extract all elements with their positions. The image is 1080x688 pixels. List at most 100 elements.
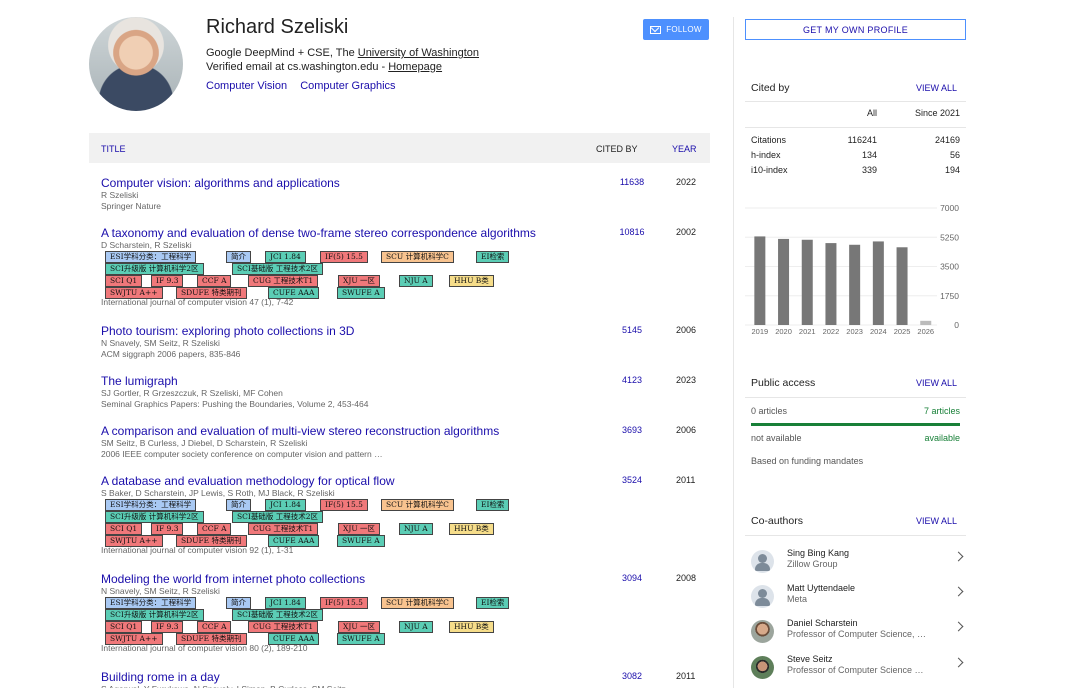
stat-label[interactable]: Citations <box>751 135 786 145</box>
cited-by-count[interactable]: 5145 <box>612 325 652 335</box>
badge-cug[interactable]: CUG 工程技术T1 <box>248 275 319 287</box>
badge-cug[interactable]: CUG 工程技术T1 <box>248 621 319 633</box>
sort-year[interactable]: YEAR <box>672 144 697 154</box>
badge-cufe[interactable]: CUFE AAA <box>268 633 320 645</box>
badge-nju[interactable]: NJU A <box>399 621 433 633</box>
badge-ccf[interactable]: CCF A <box>197 621 232 633</box>
badge-sdufe[interactable]: SDUFE 特类期刊 <box>176 535 247 547</box>
coauthor-name[interactable]: Sing Bing Kang <box>787 548 849 558</box>
public-access-view-all[interactable]: VIEW ALL <box>916 378 957 388</box>
badge-if[interactable]: IF(5) 15.5 <box>320 251 368 263</box>
badge-swufe[interactable]: SWUFE A <box>337 287 385 299</box>
badge-esi[interactable]: ESI学科分类：工程科学 <box>105 499 197 511</box>
badge-swufe[interactable]: SWUFE A <box>337 633 385 645</box>
chart-bar-2021[interactable] <box>801 239 813 325</box>
coauthor-name[interactable]: Matt Uyttendaele <box>787 583 855 593</box>
badge-ei[interactable]: EI检索 <box>476 499 510 511</box>
chevron-right-icon[interactable] <box>953 586 964 597</box>
coauthor-name[interactable]: Steve Seitz <box>787 654 833 664</box>
badge-hhu[interactable]: HHU B类 <box>449 523 494 535</box>
badge-xju[interactable]: XJU 一区 <box>338 621 381 633</box>
badge-sci-base[interactable]: SCI基础版 工程技术2区 <box>232 609 323 621</box>
badge-intro[interactable]: 简介 <box>226 597 251 609</box>
badge-sdufe[interactable]: SDUFE 特类期刊 <box>176 287 247 299</box>
coauthors-view-all[interactable]: VIEW ALL <box>916 516 957 526</box>
badge-sdufe[interactable]: SDUFE 特类期刊 <box>176 633 247 645</box>
coauthor-item[interactable]: Sing Bing Kang Zillow Group <box>751 548 966 582</box>
cited-by-count[interactable]: 4123 <box>612 375 652 385</box>
coauthor-item[interactable]: Steve Seitz Professor of Computer Science… <box>751 654 966 688</box>
cited-by-count[interactable]: 3693 <box>612 425 652 435</box>
available-count[interactable]: 7 articles <box>924 406 960 416</box>
cited-by-count[interactable]: 10816 <box>612 227 652 237</box>
badge-jci[interactable]: JCI 1.84 <box>265 597 306 609</box>
badge-scu[interactable]: SCU 计算机科学C <box>381 499 454 511</box>
cited-by-count[interactable]: 3082 <box>612 671 652 681</box>
badge-ccf[interactable]: CCF A <box>197 275 232 287</box>
cited-by-count[interactable]: 11638 <box>612 177 652 187</box>
badge-if93[interactable]: IF 9.3 <box>151 275 184 287</box>
badge-intro[interactable]: 简介 <box>226 251 251 263</box>
badge-sciq1[interactable]: SCI Q1 <box>105 523 143 535</box>
chart-bar-2022[interactable] <box>825 243 837 325</box>
badge-nju[interactable]: NJU A <box>399 523 433 535</box>
badge-sci-base[interactable]: SCI基础版 工程技术2区 <box>232 263 323 275</box>
coauthor-item[interactable]: Daniel Scharstein Professor of Computer S… <box>751 618 966 652</box>
badge-cufe[interactable]: CUFE AAA <box>268 535 320 547</box>
badge-swjtu[interactable]: SWJTU A++ <box>105 287 163 299</box>
chart-bar-2019[interactable] <box>754 236 766 325</box>
badge-if93[interactable]: IF 9.3 <box>151 523 184 535</box>
badge-sci-up[interactable]: SCI升级版 计算机科学2区 <box>105 609 204 621</box>
cited-by-count[interactable]: 3094 <box>612 573 652 583</box>
badge-jci[interactable]: JCI 1.84 <box>265 251 306 263</box>
badge-cug[interactable]: CUG 工程技术T1 <box>248 523 319 535</box>
badge-esi[interactable]: ESI学科分类：工程科学 <box>105 597 197 609</box>
badge-swjtu[interactable]: SWJTU A++ <box>105 633 163 645</box>
cited-by-count[interactable]: 3524 <box>612 475 652 485</box>
chevron-right-icon[interactable] <box>953 551 964 562</box>
badge-swjtu[interactable]: SWJTU A++ <box>105 535 163 547</box>
badge-if93[interactable]: IF 9.3 <box>151 621 184 633</box>
interest-computer-graphics[interactable]: Computer Graphics <box>300 80 395 92</box>
sort-cited-by[interactable]: CITED BY <box>596 144 638 154</box>
chart-bar-2020[interactable] <box>778 238 790 325</box>
not-available-count[interactable]: 0 articles <box>751 406 787 416</box>
badge-ei[interactable]: EI检索 <box>476 251 510 263</box>
coauthor-item[interactable]: Matt Uyttendaele Meta <box>751 583 966 617</box>
chart-bar-2026[interactable] <box>920 320 932 325</box>
badge-jci[interactable]: JCI 1.84 <box>265 499 306 511</box>
badge-scu[interactable]: SCU 计算机科学C <box>381 251 454 263</box>
cited-by-view-all[interactable]: VIEW ALL <box>916 83 957 93</box>
get-my-own-profile-button[interactable]: GET MY OWN PROFILE <box>745 19 966 40</box>
badge-hhu[interactable]: HHU B类 <box>449 621 494 633</box>
badge-nju[interactable]: NJU A <box>399 275 433 287</box>
badge-sciq1[interactable]: SCI Q1 <box>105 275 143 287</box>
chart-bar-2025[interactable] <box>896 247 908 325</box>
badge-xju[interactable]: XJU 一区 <box>338 523 381 535</box>
badge-intro[interactable]: 简介 <box>226 499 251 511</box>
interest-computer-vision[interactable]: Computer Vision <box>206 80 287 92</box>
badge-sci-base[interactable]: SCI基础版 工程技术2区 <box>232 511 323 523</box>
badge-sci-up[interactable]: SCI升级版 计算机科学2区 <box>105 263 204 275</box>
badge-hhu[interactable]: HHU B类 <box>449 275 494 287</box>
chart-bar-2023[interactable] <box>849 244 861 325</box>
badge-swufe[interactable]: SWUFE A <box>337 535 385 547</box>
affiliation-link[interactable]: University of Washington <box>358 47 479 59</box>
badge-esi[interactable]: ESI学科分类：工程科学 <box>105 251 197 263</box>
coauthor-name[interactable]: Daniel Scharstein <box>787 618 858 628</box>
badge-sciq1[interactable]: SCI Q1 <box>105 621 143 633</box>
badge-ccf[interactable]: CCF A <box>197 523 232 535</box>
badge-scu[interactable]: SCU 计算机科学C <box>381 597 454 609</box>
chart-bar-2024[interactable] <box>872 241 884 325</box>
chevron-right-icon[interactable] <box>953 657 964 668</box>
homepage-link[interactable]: Homepage <box>388 61 442 73</box>
badge-if[interactable]: IF(5) 15.5 <box>320 597 368 609</box>
badge-sci-up[interactable]: SCI升级版 计算机科学2区 <box>105 511 204 523</box>
badge-xju[interactable]: XJU 一区 <box>338 275 381 287</box>
chevron-right-icon[interactable] <box>953 621 964 632</box>
follow-button[interactable]: FOLLOW <box>643 19 709 40</box>
badge-ei[interactable]: EI检索 <box>476 597 510 609</box>
stat-label[interactable]: i10-index <box>751 165 788 175</box>
stat-label[interactable]: h-index <box>751 150 781 160</box>
badge-if[interactable]: IF(5) 15.5 <box>320 499 368 511</box>
